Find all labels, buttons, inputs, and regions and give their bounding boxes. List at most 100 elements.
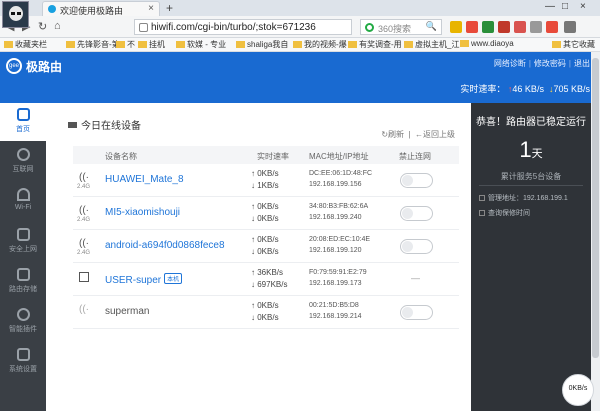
reload-icon[interactable]: ↻ xyxy=(38,20,47,33)
nav-item-settings[interactable]: 系统设置 xyxy=(0,343,46,381)
bookmark-item[interactable]: 虚拟主机_江 xyxy=(404,39,459,50)
folder-icon xyxy=(176,41,185,48)
close-window-button[interactable]: × xyxy=(580,1,586,12)
device-name[interactable]: android-a694f0d0868fece8 xyxy=(105,240,225,251)
network-diagnosis-link[interactable]: 网络诊断 xyxy=(494,59,526,68)
wifi-icon: ((· xyxy=(79,172,89,183)
change-password-link[interactable]: 修改密码 xyxy=(534,59,566,68)
folder-icon xyxy=(348,41,357,48)
status-panel: 恭喜！路由器已稳定运行 1天 累计服务5台设备 管理地址：192.168.199… xyxy=(471,103,591,411)
extension-check-icon[interactable] xyxy=(482,21,494,33)
home-button-icon[interactable]: ⌂ xyxy=(54,20,61,32)
extension-m-icon[interactable] xyxy=(450,21,462,33)
folder-icon xyxy=(116,41,125,48)
upload-rate: ↑ 0KB/s xyxy=(251,169,279,178)
search-icon[interactable]: 🔍 xyxy=(426,21,437,32)
extension-video-icon[interactable] xyxy=(498,21,510,33)
puzzle-icon xyxy=(16,308,30,321)
ip-address: 192.168.199.240 xyxy=(309,214,362,221)
home-icon xyxy=(16,108,30,121)
folder-icon xyxy=(138,41,147,48)
mac-address: 00:21:5D:B5:D8 xyxy=(309,302,359,309)
folder-icon xyxy=(66,41,75,48)
bookmark-item[interactable]: 我的视频-爆 xyxy=(293,39,347,50)
address-toolbar: ◀ ▶ ↻ ⌂ hiwifi.com/cgi-bin/turbo/;stok=6… xyxy=(0,16,600,38)
realtime-rate: 实时速率： ↑46 KB/s ↓705 KB/s xyxy=(460,84,590,94)
tab-close-icon[interactable]: × xyxy=(148,3,154,14)
device-name[interactable]: HUAWEI_Mate_8 xyxy=(105,174,184,185)
nav-item-plugins[interactable]: 智能插件 xyxy=(0,303,46,341)
page-scrollbar[interactable] xyxy=(591,52,600,411)
bookmark-item[interactable]: 收藏夹栏 xyxy=(4,39,47,50)
table-row: USER-super 本机 ↑ 36KB/s ↓ 697KB/s F0:79:59… xyxy=(73,263,459,296)
refresh-link[interactable]: 刷新 xyxy=(388,130,404,139)
nav-item-storage[interactable]: 路由存储 xyxy=(0,263,46,301)
bookmark-item[interactable]: 有奖调查-用 xyxy=(348,39,402,50)
nav-item-security[interactable]: 安全上网 xyxy=(0,223,46,261)
block-toggle[interactable] xyxy=(400,305,433,320)
nav-item-home[interactable]: 首页 xyxy=(0,103,46,141)
uptime: 1天 xyxy=(519,137,543,162)
maximize-button[interactable]: □ xyxy=(562,1,568,12)
nav-item-wifi[interactable]: Wi-Fi xyxy=(0,183,46,221)
divider xyxy=(479,185,583,186)
device-name[interactable]: superman xyxy=(105,306,149,317)
menu-icon[interactable] xyxy=(564,21,576,33)
wifi-icon: ((· xyxy=(79,238,89,249)
header-device-name: 设备名称 xyxy=(105,152,137,161)
user-avatar[interactable] xyxy=(2,1,29,28)
url-bar[interactable]: hiwifi.com/cgi-bin/turbo/;stok=671236 xyxy=(134,19,352,35)
table-row: ((· 2.4G android-a694f0d0868fece8 ↑ 0KB/… xyxy=(73,230,459,263)
info-icon xyxy=(479,195,485,201)
browser-tab-bar: 欢迎使用极路由 × + — □ × xyxy=(0,0,600,28)
back-icon: ← xyxy=(415,130,423,139)
mac-address: DC:EE:06:1D:48:FC xyxy=(309,170,373,177)
upload-rate: ↑ 0KB/s xyxy=(251,301,279,310)
bookmark-item[interactable]: 不 xyxy=(116,39,135,50)
extension-mail-icon[interactable] xyxy=(466,21,478,33)
url-text: hiwifi.com/cgi-bin/turbo/;stok=671236 xyxy=(151,22,316,33)
folder-icon xyxy=(460,40,469,47)
ip-address: 192.168.199.214 xyxy=(309,313,362,320)
band-label: 2.4G xyxy=(77,217,91,223)
extension-shield-icon[interactable] xyxy=(546,21,558,33)
wifi-icon xyxy=(16,188,30,201)
extension-heart-icon[interactable] xyxy=(514,21,526,33)
block-toggle[interactable] xyxy=(400,206,433,221)
no-toggle-dash: — xyxy=(411,273,420,283)
upload-rate: ↑ 0KB/s xyxy=(251,235,279,244)
folder-icon xyxy=(404,41,413,48)
band-label: 2.4G xyxy=(77,250,91,256)
ip-address: 192.168.199.173 xyxy=(309,280,362,287)
scrollbar-thumb[interactable] xyxy=(592,58,599,358)
bookmark-item[interactable]: 挂机 xyxy=(138,39,165,50)
extension-grid-icon[interactable] xyxy=(530,21,542,33)
minimize-button[interactable]: — xyxy=(545,1,555,12)
bookmark-item[interactable]: www.diaoya xyxy=(460,39,514,48)
browser-tab[interactable]: 欢迎使用极路由 × xyxy=(42,1,160,16)
block-toggle[interactable] xyxy=(400,173,433,188)
bookmark-item[interactable]: shaliga我自 xyxy=(236,39,288,50)
block-toggle[interactable] xyxy=(400,239,433,254)
served-devices: 累计服务5台设备 xyxy=(500,172,562,181)
search-box[interactable]: 360搜索 🔍 xyxy=(360,19,442,35)
wrench-icon xyxy=(16,348,30,361)
monitor-icon xyxy=(68,122,77,128)
folder-icon xyxy=(552,41,561,48)
bookmark-item[interactable]: 软媒 - 专业 xyxy=(176,39,226,50)
warranty-link[interactable]: 查询保修时间 xyxy=(479,208,530,218)
star-icon xyxy=(4,41,13,48)
speed-bubble[interactable]: 0KB/s xyxy=(562,374,594,406)
status-message: 恭喜！路由器已稳定运行 xyxy=(476,117,586,128)
mac-address: F0:79:59:91:E2:79 xyxy=(309,269,367,276)
avatar-eye-left xyxy=(11,12,15,15)
new-tab-button[interactable]: + xyxy=(166,1,173,15)
device-name[interactable]: MI5-xiaomishouji xyxy=(105,207,180,218)
back-link[interactable]: 返回上级 xyxy=(423,130,455,139)
logout-link[interactable]: 退出 xyxy=(574,59,590,68)
header-rate: 实时速率 xyxy=(257,152,289,161)
ip-address: 192.168.199.120 xyxy=(309,247,362,254)
device-name[interactable]: USER-super 本机 xyxy=(105,273,183,286)
bookmark-item[interactable]: 其它收藏 xyxy=(552,39,595,50)
nav-item-internet[interactable]: 互联网 xyxy=(0,143,46,181)
